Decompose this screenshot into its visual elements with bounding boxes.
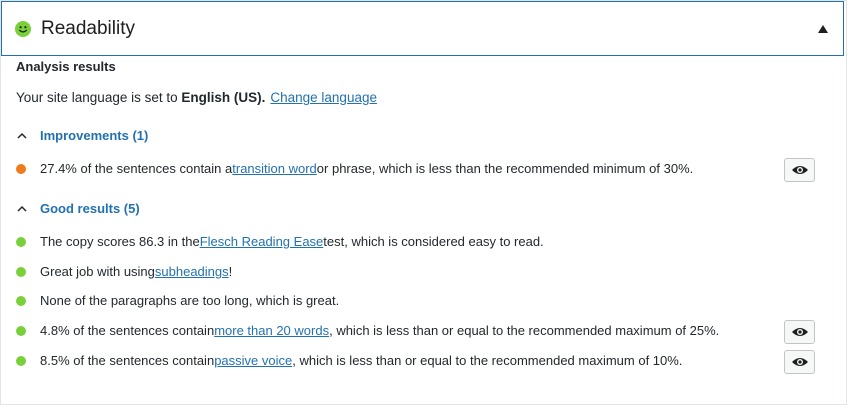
highlight-eye-button[interactable] xyxy=(784,350,815,374)
result-text: None of the paragraphs are too long, whi… xyxy=(40,293,340,308)
status-dot-green-icon xyxy=(16,236,26,247)
analysis-results-heading: Analysis results xyxy=(16,59,116,74)
readability-panel: Readability Analysis results Your site l… xyxy=(0,0,847,405)
improvements-title: Improvements (1) xyxy=(40,128,149,143)
result-link[interactable]: Flesch Reading Ease xyxy=(200,234,324,249)
result-text-before: The copy scores 86.3 in the xyxy=(40,234,200,249)
result-item: 8.5% of the sentences contain passive vo… xyxy=(16,353,682,368)
language-prefix: Your site language is set to xyxy=(16,90,182,105)
result-text-before: 4.8% of the sentences contain xyxy=(40,323,215,338)
result-text-after: ! xyxy=(228,264,233,279)
result-text-after: , which is less than or equal to the rec… xyxy=(292,353,683,368)
result-item: Great job with using subheadings ! xyxy=(16,264,232,279)
site-language-line: Your site language is set to English (US… xyxy=(16,90,377,105)
panel-title: Readability xyxy=(41,18,135,39)
result-text-before: Great job with using xyxy=(40,264,155,279)
result-text-before: 8.5% of the sentences contain xyxy=(40,353,215,368)
improvements-toggle[interactable]: Improvements (1) xyxy=(16,128,148,143)
result-link[interactable]: subheadings xyxy=(155,264,229,279)
result-item: None of the paragraphs are too long, whi… xyxy=(16,293,339,308)
result-text-after: test, which is considered easy to read. xyxy=(323,234,544,249)
highlight-eye-button[interactable] xyxy=(784,158,815,182)
eye-icon xyxy=(791,358,808,366)
result-item: 27.4% of the sentences contain a transit… xyxy=(16,161,693,176)
result-text-after: or phrase, which is less than the recomm… xyxy=(316,161,694,176)
result-text-before: 27.4% of the sentences contain a xyxy=(40,161,233,176)
status-dot-green-icon xyxy=(16,266,26,277)
result-item: 4.8% of the sentences contain more than … xyxy=(16,323,719,338)
result-text-after: , which is less than or equal to the rec… xyxy=(329,323,720,338)
status-dot-orange-icon xyxy=(16,163,26,174)
readability-header[interactable]: Readability xyxy=(1,1,844,56)
status-dot-green-icon xyxy=(16,325,26,336)
triangle-up-icon xyxy=(818,25,828,33)
eye-icon xyxy=(791,166,808,174)
collapse-toggle-button[interactable] xyxy=(813,19,833,39)
eye-icon xyxy=(791,328,808,336)
good-results-toggle[interactable]: Good results (5) xyxy=(16,201,140,216)
result-item: The copy scores 86.3 in the Flesch Readi… xyxy=(16,234,544,249)
highlight-eye-button[interactable] xyxy=(784,320,815,344)
status-dot-green-icon xyxy=(16,295,26,306)
chevron-up-icon xyxy=(17,205,27,212)
result-link[interactable]: transition word xyxy=(232,161,317,176)
language-value: English (US). xyxy=(181,90,266,105)
status-dot-green-icon xyxy=(16,355,26,366)
smiley-face-icon xyxy=(15,21,31,37)
result-link[interactable]: more than 20 words xyxy=(214,323,329,338)
chevron-up-icon xyxy=(17,132,27,139)
change-language-link[interactable]: Change language xyxy=(270,90,377,105)
result-link[interactable]: passive voice xyxy=(214,353,292,368)
good-results-title: Good results (5) xyxy=(40,201,140,216)
